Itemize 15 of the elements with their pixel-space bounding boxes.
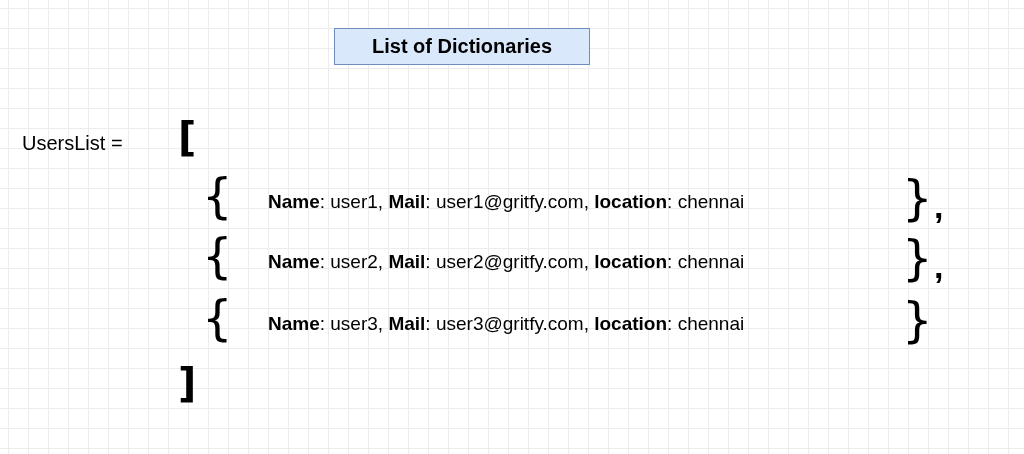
close-brace: }	[902, 230, 933, 286]
variable-label: UsersList =	[22, 131, 123, 156]
open-bracket: [	[178, 113, 197, 162]
dictionary-text: Name: user3, Mail: user3@gritfy.com, location: chennai	[268, 312, 745, 336]
close-brace: }	[902, 170, 933, 226]
dictionary-text: Name: user1, Mail: user1@gritfy.com, location: chennai	[268, 190, 745, 214]
dictionary-text: Name: user2, Mail: user2@gritfy.com, location: chennai	[268, 250, 745, 274]
title-box: List of Dictionaries	[334, 28, 590, 65]
close-bracket: ]	[178, 359, 197, 408]
open-brace: {	[202, 228, 233, 284]
close-brace: }	[902, 292, 933, 348]
comma: ,	[934, 186, 944, 226]
open-brace: {	[202, 290, 233, 346]
open-brace: {	[202, 168, 233, 224]
comma: ,	[934, 246, 944, 286]
